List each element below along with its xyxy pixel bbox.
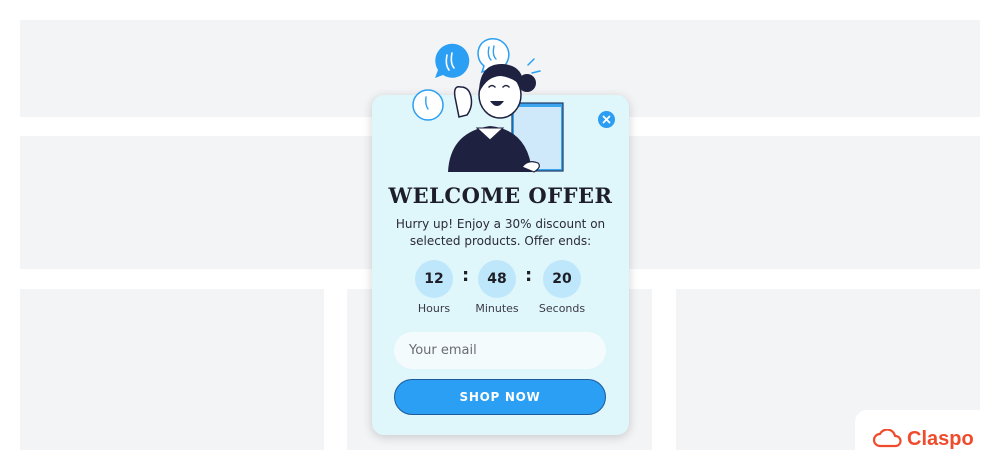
speech-bubble-icon — [435, 43, 470, 78]
woman-announcing-illustration — [412, 38, 564, 173]
countdown-seconds: 20 — [543, 260, 581, 298]
popup-description: Hurry up! Enjoy a 30% discount on select… — [395, 217, 606, 248]
countdown-minutes: 48 — [478, 260, 516, 298]
brand-name: Claspo — [907, 428, 974, 450]
countdown-seconds-label: Seconds — [538, 302, 586, 315]
countdown-hours: 12 — [415, 260, 453, 298]
email-input[interactable] — [394, 332, 606, 369]
countdown-separator: : — [525, 265, 533, 286]
shop-now-button[interactable]: SHOP NOW — [394, 379, 606, 415]
brand-badge: Claspo — [855, 410, 1000, 470]
cloud-logo-icon — [872, 429, 902, 448]
placeholder-block-bottom-left — [20, 289, 324, 450]
countdown-minutes-label: Minutes — [475, 302, 519, 315]
countdown-hours-label: Hours — [417, 302, 451, 315]
close-icon[interactable] — [598, 111, 615, 128]
popup-title: WELCOME OFFER — [388, 183, 613, 208]
speech-bubble-icon — [412, 89, 444, 121]
countdown-separator: : — [462, 265, 470, 286]
